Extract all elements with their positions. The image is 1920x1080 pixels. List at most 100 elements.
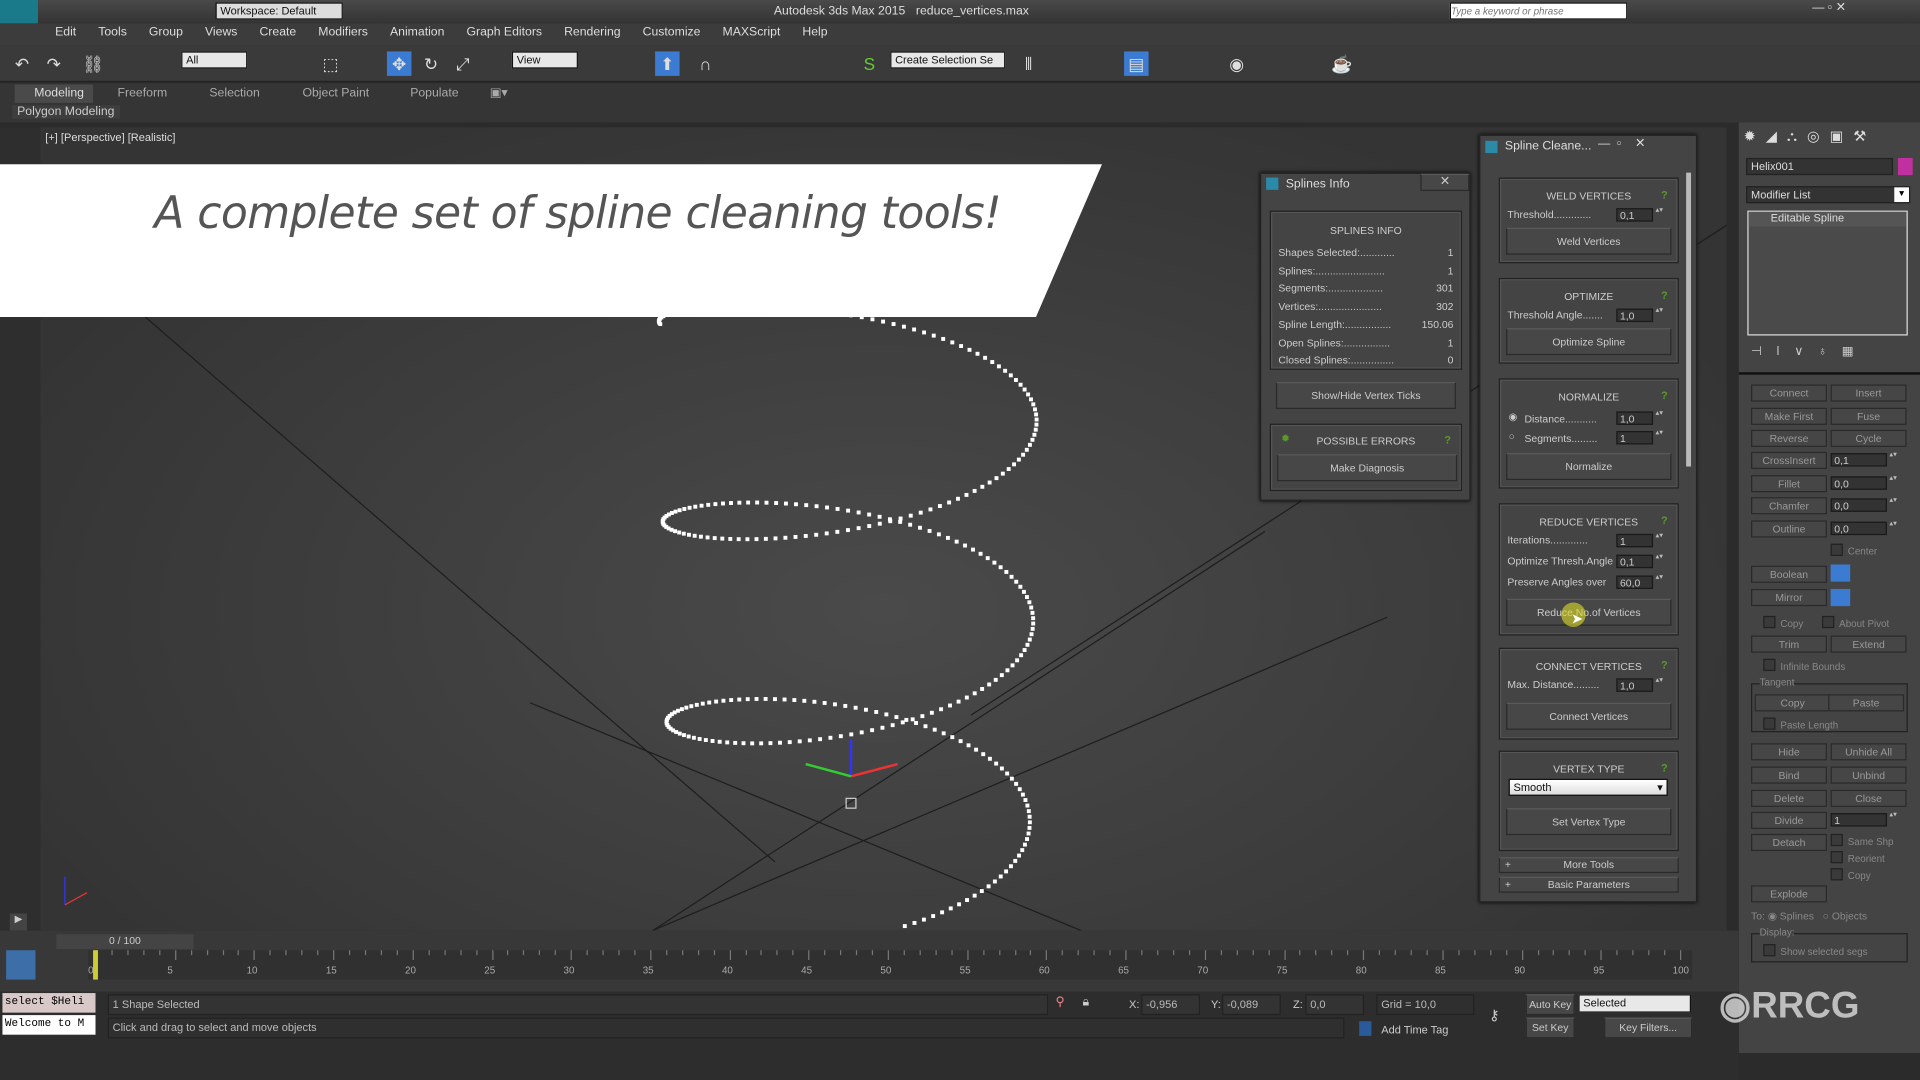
command-panel-tabs[interactable]: ✹◢⛬◎▣⚒ <box>1744 127 1915 149</box>
key-mode-dropdown[interactable]: Selected <box>1578 994 1692 1013</box>
show-hide-vertex-ticks-button[interactable]: Show/Hide Vertex Ticks <box>1275 382 1456 409</box>
time-cursor[interactable] <box>93 950 98 980</box>
auto-key-button[interactable]: Auto Key <box>1525 994 1575 1016</box>
transform-gizmo[interactable] <box>805 739 898 809</box>
redo-icon[interactable]: ↷ <box>42 51 66 75</box>
splines-radio[interactable]: ◉ Splines <box>1768 910 1814 922</box>
infinite-bounds-checkbox[interactable]: Infinite Bounds <box>1763 659 1845 672</box>
object-color-swatch[interactable] <box>1897 157 1913 176</box>
reference-coordinate-dropdown[interactable]: View <box>511 51 578 69</box>
cmd-button[interactable]: Chamfer <box>1751 497 1827 515</box>
maxscript-output[interactable]: Welcome to M <box>2 1015 96 1035</box>
rect-select-icon[interactable]: ⬚ <box>318 51 342 75</box>
menu-item[interactable]: Rendering <box>553 23 632 41</box>
scrollbar[interactable] <box>1686 172 1692 467</box>
close-button[interactable]: ✕ <box>1420 173 1470 192</box>
radio-selected[interactable]: ◉ <box>1509 411 1518 422</box>
help-icon[interactable]: ? <box>1661 389 1668 401</box>
cmd-button[interactable]: Unhide All <box>1830 743 1907 761</box>
divide-button[interactable]: Divide <box>1751 811 1827 829</box>
lock-icon[interactable]: 🔒︎ <box>1082 996 1089 1009</box>
tab-modeling[interactable]: Modeling <box>34 87 84 100</box>
vertex-type-dropdown[interactable]: Smooth ▾ <box>1508 778 1668 796</box>
cmd-spinner[interactable]: 0,0 <box>1830 520 1897 535</box>
rollout-1[interactable]: + Basic Parameters <box>1498 876 1679 893</box>
tab-freeform[interactable]: Freeform <box>118 87 168 100</box>
threshold-spinner[interactable]: 0,1 <box>1616 207 1663 222</box>
viewport-label[interactable]: [+] [Perspective] [Realistic] <box>45 131 175 143</box>
menu-item[interactable]: Tools <box>87 23 138 41</box>
menu-item[interactable]: Graph Editors <box>455 23 553 41</box>
cmd-button[interactable]: Outline <box>1751 519 1827 537</box>
layer-icon[interactable]: ▤ <box>1124 51 1149 76</box>
tangent-paste-button[interactable]: Paste <box>1828 694 1905 712</box>
preserve-angles-spinner[interactable]: 60,0 <box>1616 574 1663 589</box>
maxscript-listener-input[interactable]: select $Heli <box>2 993 96 1013</box>
explode-button[interactable]: Explode <box>1751 885 1827 903</box>
help-icon[interactable]: ? <box>1661 514 1668 526</box>
cmd-button[interactable]: Make First <box>1751 407 1827 425</box>
cmd-spinner[interactable]: 0,1 <box>1830 452 1897 467</box>
manipulate-icon[interactable]: ⬆ <box>655 51 680 76</box>
menu-item[interactable]: Views <box>194 23 248 41</box>
tangent-copy-button[interactable]: Copy <box>1754 694 1831 712</box>
mini-listener-icon[interactable] <box>6 950 36 980</box>
cmd-button[interactable]: CrossInsert <box>1751 451 1827 469</box>
menu-item[interactable]: Customize <box>632 23 712 41</box>
center-checkbox[interactable]: Center <box>1831 544 1877 557</box>
selection-filter-dropdown[interactable]: All <box>181 51 248 69</box>
cmd-button[interactable]: Cycle <box>1830 429 1907 447</box>
objects-radio[interactable]: ○ Objects <box>1823 910 1867 922</box>
boolean-union-icon[interactable] <box>1830 564 1851 582</box>
reorient-checkbox[interactable]: Reorient <box>1831 851 1885 864</box>
key-icon[interactable]: ⚷ <box>1489 1007 1500 1024</box>
menu-item[interactable]: Modifiers <box>307 23 379 41</box>
menu-item[interactable]: Edit <box>44 23 87 41</box>
help-icon[interactable]: ? <box>1661 289 1668 301</box>
menu-item[interactable]: Help <box>791 23 838 41</box>
copy-checkbox[interactable]: Copy <box>1763 616 1803 629</box>
about-pivot-checkbox[interactable]: About Pivot <box>1822 616 1889 629</box>
selection-set-dropdown[interactable]: Create Selection Se <box>890 51 1006 69</box>
render-icon[interactable]: ☕ <box>1330 51 1354 75</box>
make-diagnosis-button[interactable]: Make Diagnosis <box>1277 454 1458 482</box>
optimize-spline-button[interactable]: Optimize Spline <box>1506 328 1672 356</box>
cmd-button[interactable]: Insert <box>1830 384 1907 402</box>
object-name-field[interactable]: Helix001 <box>1746 157 1894 176</box>
scale-icon[interactable]: ⤢ <box>451 51 475 75</box>
undo-icon[interactable]: ↶ <box>10 51 34 75</box>
detach-button[interactable]: Detach <box>1751 833 1827 852</box>
x-coordinate-field[interactable]: -0,956 <box>1141 994 1201 1016</box>
tab-object-paint[interactable]: Object Paint <box>302 87 369 100</box>
optimize-thresh-spinner[interactable]: 0,1 <box>1616 553 1663 569</box>
help-icon[interactable]: ? <box>1661 762 1668 774</box>
boolean-button[interactable]: Boolean <box>1751 565 1827 583</box>
cmd-spinner[interactable]: 0,0 <box>1830 474 1897 490</box>
normalize-button[interactable]: Normalize <box>1506 453 1672 481</box>
script-icon[interactable]: S <box>857 51 881 75</box>
track-bar[interactable]: 0 5 10 15 20 25 30 35 40 45 50 55 60 65 70 75 80 85 90 95 10… <box>88 950 1693 980</box>
search-input[interactable] <box>1449 2 1628 20</box>
connect-vertices-button[interactable]: Connect Vertices <box>1506 702 1672 730</box>
distance-spinner[interactable]: 1,0 <box>1616 410 1663 425</box>
menu-item[interactable]: MAXScript <box>712 23 792 41</box>
time-slider[interactable]: 0 / 100 <box>56 934 194 949</box>
stack-item-editable-spline[interactable]: Editable Spline <box>1748 211 1907 227</box>
trim-button[interactable]: Trim <box>1751 635 1827 653</box>
help-icon[interactable]: ? <box>1661 659 1668 671</box>
cmd-button[interactable]: Connect <box>1751 384 1827 402</box>
help-icon[interactable]: ? <box>1444 433 1451 445</box>
add-time-tag[interactable]: Add Time Tag <box>1381 1024 1448 1036</box>
tab-populate[interactable]: Populate <box>410 87 458 100</box>
divide-spinner[interactable]: 1 <box>1830 812 1897 827</box>
cmd-button[interactable]: Unbind <box>1830 766 1907 784</box>
snap-icon[interactable]: ∩ <box>693 51 717 75</box>
stack-tools-icons[interactable]: ⊣ǀ∨♁▦ <box>1751 345 1868 358</box>
set-key-button[interactable]: Set Key <box>1525 1017 1575 1039</box>
mirror-button[interactable]: Mirror <box>1751 588 1827 607</box>
mirror-icon[interactable]: ⫴ <box>1016 51 1040 75</box>
link-icon[interactable]: ⛓ <box>81 51 105 75</box>
help-icon[interactable]: ? <box>1661 189 1668 201</box>
move-icon[interactable]: ✥ <box>386 51 412 76</box>
pin-icon[interactable]: ⚲ <box>1056 996 1065 1009</box>
